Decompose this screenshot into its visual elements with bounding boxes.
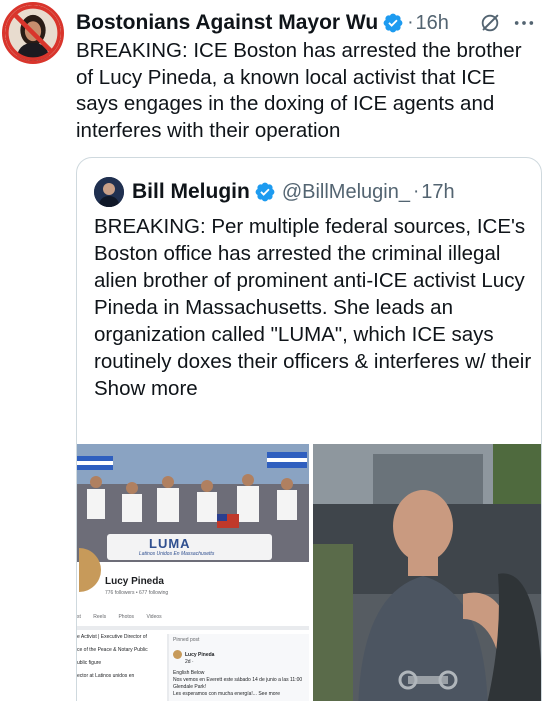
pinned-line: Glendale Park!	[173, 684, 207, 690]
quote-text-block: BREAKING: Per multiple federal sources, …	[94, 213, 534, 402]
tweet: Bostonians Against Mayor Wu · 16h BREAKI…	[0, 0, 542, 701]
pinned-line: English Below	[173, 670, 205, 676]
pinned-label: Pinned post	[173, 637, 200, 643]
profile-stats: 776 followers • 677 following	[105, 590, 169, 596]
quote-media[interactable]: LUMA Latinos Unidos En Massachusetts Luc…	[77, 444, 541, 701]
profile-intro: e Activist | Executive Director of ce of…	[77, 634, 163, 701]
profile-tabs: st Reels Photos Videos	[77, 614, 309, 624]
pinned-post: Pinned post Lucy Pineda 2d · English Bel…	[167, 634, 309, 701]
luma-sign-subtitle: Latinos Unidos En Massachusetts	[139, 551, 215, 557]
quoted-tweet[interactable]: Bill Melugin @BillMelugin_ · 17h BREAKIN…	[76, 157, 542, 701]
tweet-text: BREAKING: ICE Boston has arrested the br…	[76, 39, 522, 142]
grok-icon[interactable]	[479, 12, 501, 34]
avatar-image	[5, 5, 61, 61]
intro-line: ublic figure	[77, 660, 102, 666]
pinned-line: Les esperamos con mucha energía!... See …	[173, 691, 281, 697]
profile-name: Lucy Pineda	[105, 576, 164, 587]
pinned-line: Nos vemos en Everett este sábado 14 de j…	[173, 677, 303, 683]
quote-author-handle[interactable]: @BillMelugin_	[282, 181, 410, 204]
author-name[interactable]: Bostonians Against Mayor Wu	[76, 11, 378, 35]
profile-tab: Reels	[93, 614, 107, 620]
profile-tab: Videos	[146, 614, 162, 620]
quote-text: BREAKING: Per multiple federal sources, …	[94, 215, 532, 373]
pinned-meta: 2d ·	[185, 659, 194, 665]
intro-line: e Activist | Executive Director of	[77, 634, 147, 640]
more-options-icon[interactable]	[513, 12, 537, 34]
media-image-profile-screenshot[interactable]: LUMA Latinos Unidos En Massachusetts Luc…	[77, 444, 309, 701]
quote-author-name[interactable]: Bill Melugin	[132, 180, 250, 204]
intro-line: ce of the Peace & Notary Public	[77, 647, 148, 653]
verified-badge-icon[interactable]	[382, 12, 404, 34]
show-more-link[interactable]: Show more	[94, 377, 198, 400]
post-time[interactable]: 16h	[416, 12, 449, 35]
quote-author-avatar[interactable]	[94, 177, 124, 207]
media-image-arrest-photo[interactable]	[313, 444, 541, 701]
profile-tab: Photos	[118, 614, 135, 620]
profile-tab: st	[77, 614, 81, 620]
verified-badge-icon[interactable]	[254, 181, 276, 203]
pinned-avatar	[173, 650, 182, 659]
quote-time[interactable]: 17h	[421, 181, 454, 204]
intro-line: ector at Latinos unidos en	[77, 673, 135, 679]
quote-header: Bill Melugin @BillMelugin_ · 17h	[94, 176, 533, 208]
arrest-photo	[313, 444, 541, 701]
author-avatar[interactable]	[2, 2, 64, 64]
profile-divider	[77, 626, 309, 630]
tweet-header: Bostonians Against Mayor Wu · 16h	[76, 8, 538, 38]
pinned-author: Lucy Pineda	[185, 652, 215, 658]
time-separator: ·	[412, 181, 420, 202]
luma-sign-text: LUMA	[149, 536, 191, 551]
time-separator: ·	[407, 12, 414, 33]
